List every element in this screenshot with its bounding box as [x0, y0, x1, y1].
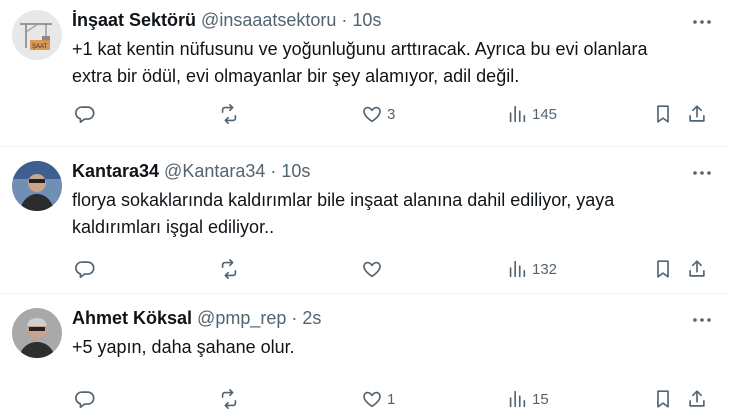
- tweet-text-line: florya sokaklarında kaldırımlar bile inş…: [72, 190, 615, 210]
- retweet-icon: [221, 389, 237, 409]
- tweet[interactable]: Kantara34 @Kantara34 · 10s florya sokakl…: [0, 147, 730, 294]
- action-bar: 3 145: [72, 100, 716, 130]
- bookmark-icon: [657, 105, 669, 123]
- tweet[interactable]: Ahmet Köksal @pmp_rep · 2s +5 yapın, dah…: [0, 294, 730, 420]
- reply-feed: ŞAAT İnşaat Sektörü @insaaatsektoru · 10…: [0, 0, 730, 420]
- tweet-text-line: kaldırımları işgal ediliyor..: [72, 217, 275, 237]
- share-button[interactable]: [686, 388, 708, 410]
- separator-dot: ·: [341, 10, 348, 30]
- share-button[interactable]: [686, 258, 708, 280]
- share-button[interactable]: [686, 103, 708, 125]
- action-bar: 132: [72, 255, 716, 285]
- timestamp[interactable]: 10s: [281, 159, 310, 183]
- avatar[interactable]: [12, 161, 62, 211]
- more-options-icon[interactable]: [690, 161, 714, 185]
- tweet-text: +5 yapın, daha şahane olur.: [72, 334, 716, 361]
- reply-button[interactable]: [74, 258, 96, 280]
- author-handle[interactable]: @insaaatsektoru: [201, 8, 336, 32]
- view-count: 145: [532, 105, 558, 123]
- timestamp[interactable]: 10s: [352, 8, 381, 32]
- tweet-text: florya sokaklarında kaldırımlar bile inş…: [72, 187, 716, 241]
- avatar[interactable]: ŞAAT: [12, 10, 62, 60]
- separator-dot: ·: [270, 161, 277, 181]
- view-count: 132: [532, 260, 558, 278]
- like-button[interactable]: 3: [361, 103, 395, 125]
- tweet-text-line: +5 yapın, daha şahane olur.: [72, 337, 295, 357]
- heart-icon: [363, 391, 381, 408]
- views-chart-icon: [509, 260, 526, 278]
- like-button[interactable]: 1: [361, 388, 395, 410]
- views-button[interactable]: 145: [506, 103, 557, 125]
- author-handle[interactable]: @Kantara34: [164, 159, 265, 183]
- bookmark-button[interactable]: [652, 388, 674, 410]
- more-options-icon[interactable]: [690, 10, 714, 34]
- views-button[interactable]: 15: [506, 388, 549, 410]
- heart-icon: [363, 261, 381, 278]
- views-button[interactable]: 132: [506, 258, 557, 280]
- author-name[interactable]: Ahmet Köksal: [72, 306, 192, 330]
- tweet-header: İnşaat Sektörü @insaaatsektoru · 10s: [72, 8, 716, 32]
- retweet-button[interactable]: [218, 103, 240, 125]
- author-handle[interactable]: @pmp_rep: [197, 306, 286, 330]
- bookmark-icon: [657, 260, 669, 278]
- like-count: 1: [387, 390, 396, 408]
- tweet[interactable]: ŞAAT İnşaat Sektörü @insaaatsektoru · 10…: [0, 0, 730, 147]
- separator-dot: ·: [291, 308, 298, 328]
- views-chart-icon: [509, 390, 526, 408]
- tweet-text: +1 kat kentin nüfusunu ve yoğunluğunu ar…: [72, 36, 716, 90]
- avatar[interactable]: [12, 308, 62, 358]
- svg-text:ŞAAT: ŞAAT: [32, 44, 48, 50]
- reply-icon: [75, 106, 95, 124]
- like-count: 3: [387, 105, 396, 123]
- action-bar: 1 15: [72, 385, 716, 415]
- views-chart-icon: [509, 105, 526, 123]
- more-options-icon[interactable]: [690, 308, 714, 332]
- author-name[interactable]: Kantara34: [72, 159, 159, 183]
- bookmark-button[interactable]: [652, 258, 674, 280]
- tweet-header: Kantara34 @Kantara34 · 10s: [72, 159, 716, 183]
- avatar-column: [12, 159, 72, 293]
- view-count: 15: [532, 390, 549, 408]
- like-button[interactable]: [361, 258, 387, 280]
- retweet-button[interactable]: [218, 388, 240, 410]
- reply-button[interactable]: [74, 103, 96, 125]
- heart-icon: [363, 106, 381, 123]
- bookmark-button[interactable]: [652, 103, 674, 125]
- share-icon: [689, 105, 705, 122]
- share-icon: [689, 390, 705, 407]
- tweet-text-line: +1 kat kentin nüfusunu ve yoğunluğunu ar…: [72, 39, 648, 59]
- retweet-icon: [221, 104, 237, 124]
- reply-icon: [75, 391, 95, 409]
- timestamp[interactable]: 2s: [302, 306, 321, 330]
- tweet-header: Ahmet Köksal @pmp_rep · 2s: [72, 306, 716, 330]
- avatar-column: [12, 306, 72, 420]
- retweet-button[interactable]: [218, 258, 240, 280]
- share-icon: [689, 260, 705, 277]
- tweet-text-line: extra bir ödül, evi olmayanlar bir şey a…: [72, 66, 520, 86]
- retweet-icon: [221, 259, 237, 279]
- avatar-column: ŞAAT: [12, 8, 72, 146]
- reply-button[interactable]: [74, 388, 96, 410]
- bookmark-icon: [657, 390, 669, 408]
- author-name[interactable]: İnşaat Sektörü: [72, 8, 196, 32]
- reply-icon: [75, 261, 95, 279]
